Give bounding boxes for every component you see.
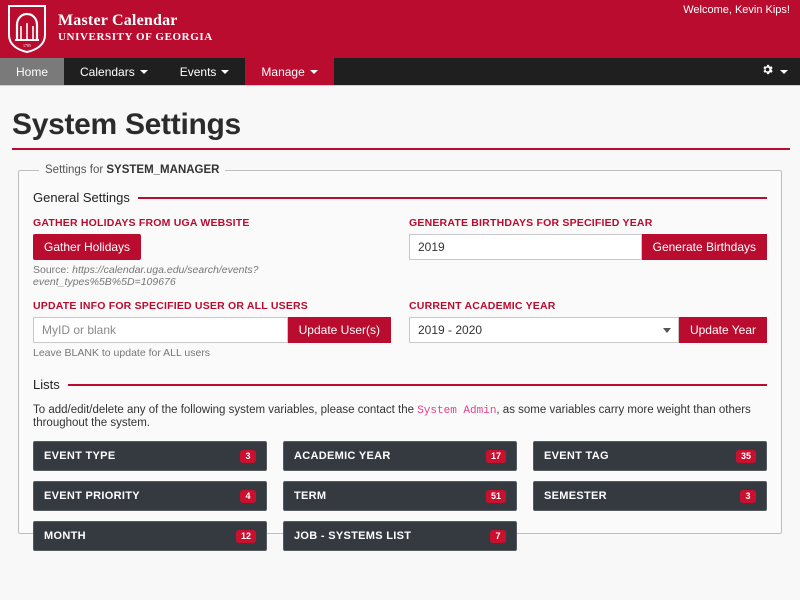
- birthday-year-input[interactable]: [409, 234, 642, 260]
- nav-item-label: Calendars: [80, 64, 135, 79]
- list-tile-term[interactable]: TERM 51: [283, 481, 517, 511]
- section-title: Lists: [33, 377, 60, 392]
- tile-count-badge: 4: [240, 489, 256, 503]
- nav-item-label: Manage: [261, 64, 305, 79]
- list-tile-semester[interactable]: SEMESTER 3: [533, 481, 767, 511]
- uga-arch-shield-icon[interactable]: 1785: [8, 5, 46, 54]
- update-user-label: UPDATE INFO FOR SPECIFIED USER OR ALL US…: [33, 300, 309, 312]
- generate-birthdays-button[interactable]: Generate Birthdays: [641, 234, 767, 260]
- list-tile-job-systems-list[interactable]: JOB - SYSTEMS LIST 7: [283, 521, 517, 551]
- lists-header: Lists: [33, 377, 767, 392]
- gather-holidays-button[interactable]: Gather Holidays: [33, 234, 142, 260]
- tile-label: TERM: [294, 490, 327, 502]
- source-prefix: Source:: [33, 264, 73, 276]
- section-divider: [67, 383, 767, 386]
- chevron-down-icon: [662, 328, 671, 333]
- tile-count-badge: 7: [490, 529, 506, 543]
- academic-year-field: CURRENT ACADEMIC YEAR 2019 - 2020 Update…: [409, 300, 767, 359]
- update-year-button[interactable]: Update Year: [678, 317, 767, 343]
- legend-value: SYSTEM_MANAGER: [106, 164, 220, 176]
- tile-count-badge: 3: [240, 449, 256, 463]
- list-tile-academic-year[interactable]: ACADEMIC YEAR 17: [283, 441, 517, 471]
- tile-count-badge: 3: [740, 489, 756, 503]
- gather-holidays-label: GATHER HOLIDAYS FROM UGA WEBSITE: [33, 217, 250, 229]
- legend-prefix: Settings for: [45, 164, 107, 176]
- tile-label: EVENT PRIORITY: [44, 490, 140, 502]
- academic-year-select[interactable]: 2019 - 2020: [409, 317, 679, 343]
- update-users-button[interactable]: Update User(s): [287, 317, 391, 343]
- general-settings-header: General Settings: [33, 190, 767, 205]
- welcome-message: Welcome, Kevin Kips!: [683, 4, 790, 16]
- list-tile-event-tag[interactable]: EVENT TAG 35: [533, 441, 767, 471]
- tile-count-badge: 35: [735, 449, 756, 463]
- gear-icon: [761, 63, 774, 81]
- tile-count-badge: 17: [485, 449, 506, 463]
- nav-item-calendars[interactable]: Calendars: [64, 58, 164, 85]
- gather-holidays-field: GATHER HOLIDAYS FROM UGA WEBSITE Gather …: [33, 217, 391, 288]
- gather-holidays-row: Gather Holidays: [33, 234, 391, 260]
- academic-year-row: 2019 - 2020 Update Year: [409, 317, 767, 343]
- tile-label: SEMESTER: [544, 490, 607, 502]
- nav-item-home[interactable]: Home: [0, 58, 65, 85]
- update-user-helper: Leave BLANK to update for ALL users: [33, 347, 211, 359]
- fieldset-legend: Settings for SYSTEM_MANAGER: [39, 164, 225, 176]
- settings-fieldset: Settings for SYSTEM_MANAGER General Sett…: [18, 164, 782, 551]
- academic-year-select-wrap: 2019 - 2020: [409, 317, 679, 343]
- tile-label: EVENT TAG: [544, 450, 609, 462]
- chevron-down-icon: [139, 69, 148, 74]
- tile-count-badge: 51: [485, 489, 506, 503]
- title-divider: [12, 148, 790, 150]
- section-divider: [137, 196, 767, 199]
- myid-input[interactable]: [33, 317, 288, 343]
- tile-label: EVENT TYPE: [44, 450, 116, 462]
- svg-text:1785: 1785: [23, 43, 31, 48]
- nav-item-label: Events: [179, 64, 217, 79]
- brand-block[interactable]: Master Calendar UNIVERSITY OF GEORGIA: [58, 13, 213, 45]
- tile-label: JOB - SYSTEMS LIST: [294, 530, 412, 542]
- nav-item-events[interactable]: Events: [164, 58, 246, 85]
- lists-tiles-grid: EVENT TYPE 3 ACADEMIC YEAR 17 EVENT TAG …: [33, 441, 767, 551]
- chevron-down-icon: [309, 69, 318, 74]
- nav-item-label: Home: [16, 64, 49, 79]
- list-tile-month[interactable]: MONTH 12: [33, 521, 267, 551]
- list-tile-event-type[interactable]: EVENT TYPE 3: [33, 441, 267, 471]
- generate-birthdays-label: GENERATE BIRTHDAYS FOR SPECIFIED YEAR: [409, 217, 653, 229]
- page-content: System Settings Settings for SYSTEM_MANA…: [0, 108, 800, 551]
- tile-label: MONTH: [44, 530, 86, 542]
- main-navigation: Home Calendars Events Manage: [0, 58, 800, 86]
- lists-note: To add/edit/delete any of the following …: [33, 404, 767, 429]
- settings-menu-button[interactable]: [749, 58, 800, 85]
- page-title: System Settings: [12, 108, 241, 141]
- system-admin-link[interactable]: System Admin: [417, 405, 496, 417]
- masthead: 1785 Master Calendar UNIVERSITY OF GEORG…: [0, 0, 800, 58]
- tile-label: ACADEMIC YEAR: [294, 450, 391, 462]
- update-user-row: Update User(s): [33, 317, 391, 343]
- generate-birthdays-row: Generate Birthdays: [409, 234, 767, 260]
- list-tile-event-priority[interactable]: EVENT PRIORITY 4: [33, 481, 267, 511]
- generate-birthdays-field: GENERATE BIRTHDAYS FOR SPECIFIED YEAR Ge…: [409, 217, 767, 288]
- general-settings-grid: GATHER HOLIDAYS FROM UGA WEBSITE Gather …: [33, 217, 767, 359]
- brand-subtitle: UNIVERSITY OF GEORGIA: [58, 31, 213, 43]
- nav-item-manage[interactable]: Manage: [245, 58, 334, 85]
- section-title: General Settings: [33, 190, 130, 205]
- brand-title: Master Calendar: [58, 12, 178, 29]
- academic-year-label: CURRENT ACADEMIC YEAR: [409, 300, 556, 312]
- gather-holidays-source: Source: https://calendar.uga.edu/search/…: [33, 264, 391, 288]
- update-user-field: UPDATE INFO FOR SPECIFIED USER OR ALL US…: [33, 300, 391, 359]
- tile-count-badge: 12: [235, 529, 256, 543]
- lists-note-before: To add/edit/delete any of the following …: [33, 404, 418, 416]
- chevron-down-icon: [780, 69, 788, 74]
- chevron-down-icon: [221, 69, 230, 74]
